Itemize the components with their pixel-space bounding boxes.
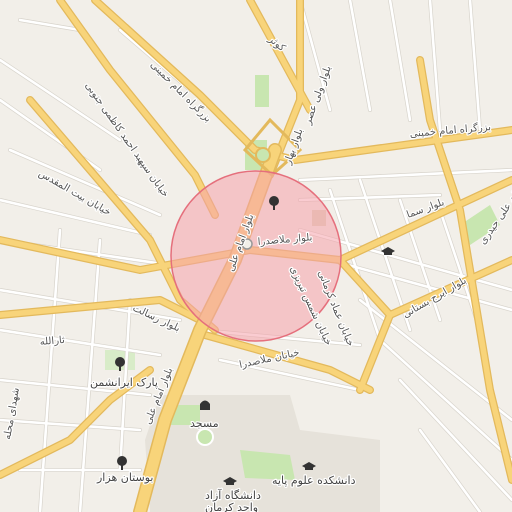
roundabout — [196, 428, 214, 446]
label-park-iranzamin: پارک ایرانشمن — [90, 376, 158, 389]
label-st-sarallah: ثارالله — [39, 335, 65, 348]
label-faculty-basic-sciences: دانشکده علوم پایه — [272, 474, 356, 487]
roundabout — [255, 147, 271, 163]
label-bustan-hezar: بوستان هزار — [96, 471, 153, 484]
map-layer[interactable]: بلوار امام علی بلوار امام علی بلوار ملاص… — [0, 0, 512, 512]
label-mosque: مسجد — [190, 417, 219, 430]
park-patch — [255, 75, 269, 107]
map-canvas[interactable]: بلوار امام علی بلوار امام علی بلوار ملاص… — [0, 0, 512, 512]
label-azad-university-2: واحد کرمان — [205, 501, 258, 512]
label-azad-university-1: دانشگاه آزاد — [205, 488, 261, 502]
